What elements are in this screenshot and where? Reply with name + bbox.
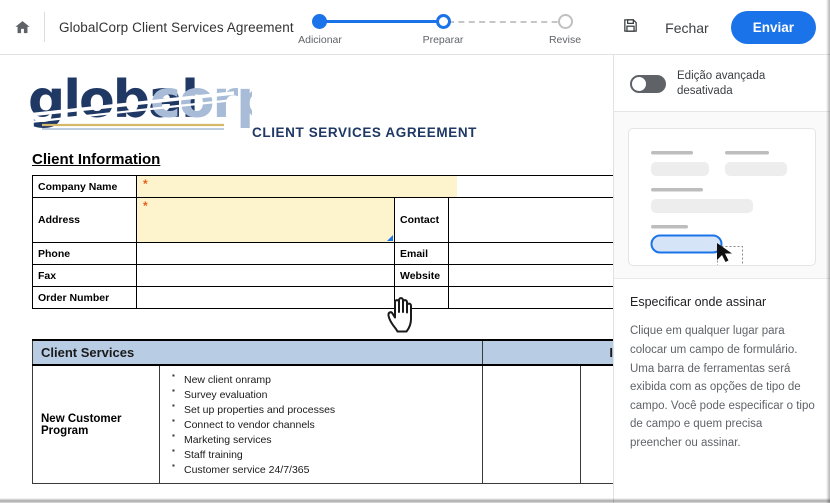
- table-row: Order Number: [32, 286, 613, 309]
- field-resize-handle[interactable]: [387, 235, 393, 241]
- close-button[interactable]: Fechar: [659, 16, 715, 40]
- table-row: Address * Contact: [32, 197, 613, 243]
- advanced-editing-toggle[interactable]: [630, 75, 666, 94]
- table-row: New Customer Program New client onramp S…: [32, 364, 613, 484]
- form-field-placement-illustration: [628, 128, 816, 267]
- row-field-phone[interactable]: [136, 242, 395, 265]
- stepper-label-revise[interactable]: Revise: [549, 34, 581, 46]
- row-label-phone: Phone: [32, 242, 137, 265]
- client-services-table: Client Services Investment New Customer …: [32, 339, 613, 484]
- row-label-fax: Fax: [32, 264, 137, 287]
- toolbar-actions: Fechar Enviar: [617, 0, 816, 55]
- section-title-client-information: Client Information: [32, 151, 161, 168]
- row-label-website: Website: [394, 264, 449, 287]
- advanced-editing-toggle-row[interactable]: Edição avançada desativada: [614, 55, 830, 113]
- row-label-order-number: Order Number: [32, 286, 137, 309]
- table-row: Phone Email: [32, 242, 613, 265]
- row-field-company-name[interactable]: *: [136, 175, 613, 198]
- service-items-list: New client onramp Survey evaluation Set …: [170, 371, 482, 477]
- send-button[interactable]: Enviar: [730, 11, 816, 44]
- toggle-knob: [632, 77, 646, 92]
- list-item: Marketing services: [170, 431, 482, 447]
- client-information-table: Company Name * Address * Contact Phone E…: [32, 175, 613, 309]
- row-label-address: Address: [32, 197, 137, 243]
- help-section: Especificar onde assinar Clique em qualq…: [614, 279, 830, 452]
- investment-cell-1[interactable]: [482, 364, 581, 484]
- list-item: Connect to vendor channels: [170, 416, 482, 432]
- row-field-blank[interactable]: [448, 286, 613, 309]
- row-field-website[interactable]: [448, 264, 613, 287]
- advanced-editing-label: Edição avançada desativada: [677, 70, 766, 98]
- help-title: Especificar onde assinar: [630, 295, 767, 310]
- home-icon: [14, 19, 31, 36]
- list-item: Set up properties and processes: [170, 401, 482, 417]
- stepper-dot-preparar[interactable]: [436, 14, 451, 29]
- stepper-line-pending: [448, 20, 568, 23]
- app-root: GlobalCorp Client Services Agreement Adi…: [0, 0, 830, 503]
- stepper-label-adicionar[interactable]: Adicionar: [298, 34, 342, 46]
- right-panel: Edição avançada desativada Especificar o…: [613, 55, 830, 503]
- stepper-line-completed: [318, 20, 444, 23]
- document-title: GlobalCorp Client Services Agreement: [59, 19, 294, 35]
- form-field-company-name[interactable]: *: [137, 176, 457, 197]
- stepper-track: [300, 10, 585, 29]
- progress-stepper: Adicionar Preparar Revise: [298, 10, 585, 52]
- logo-mark-icon: global corp: [28, 75, 252, 130]
- save-button[interactable]: [617, 15, 643, 41]
- required-marker: *: [143, 177, 148, 191]
- required-marker: *: [143, 199, 148, 213]
- header-client-services: Client Services: [32, 339, 483, 366]
- row-field-address[interactable]: *: [136, 197, 395, 243]
- row-field-email[interactable]: [448, 242, 613, 265]
- illustration-container: [614, 112, 830, 280]
- stepper-dot-revise[interactable]: [558, 14, 573, 29]
- save-floppy-icon: [622, 17, 639, 39]
- row-label-contact: Contact: [394, 197, 449, 243]
- list-item: Customer service 24/7/365: [170, 461, 482, 477]
- stepper-label-preparar[interactable]: Preparar: [423, 34, 464, 46]
- help-body: Clique em qualquer lugar para colocar um…: [630, 325, 815, 450]
- row-label-email: Email: [394, 242, 449, 265]
- home-button[interactable]: [0, 0, 44, 55]
- toolbar-divider: [44, 12, 45, 42]
- list-item: Staff training: [170, 446, 482, 462]
- service-items-cell: New client onramp Survey evaluation Set …: [159, 364, 483, 484]
- table-row: Company Name *: [32, 175, 613, 198]
- top-toolbar: GlobalCorp Client Services Agreement Adi…: [0, 0, 830, 55]
- header-investment: Investment: [481, 339, 613, 366]
- list-item: Survey evaluation: [170, 386, 482, 402]
- row-field-fax[interactable]: [136, 264, 395, 287]
- illustration-graphic-icon: [650, 151, 787, 266]
- globalcorp-logo: global corp CLIENT SERVICES AGREEMENT: [28, 75, 476, 147]
- service-program-name: New Customer Program: [32, 364, 160, 484]
- row-field-contact[interactable]: [448, 197, 613, 243]
- row-field-order-number[interactable]: [136, 286, 395, 309]
- stepper-dot-adicionar[interactable]: [312, 14, 327, 29]
- document-viewport[interactable]: global corp CLIENT SERVICES AGREEMENT Cl…: [0, 55, 613, 503]
- document-page: global corp CLIENT SERVICES AGREEMENT Cl…: [14, 55, 613, 484]
- table-row-header: Client Services Investment: [32, 339, 613, 366]
- list-item: New client onramp: [170, 371, 482, 387]
- row-label-blank: [394, 286, 449, 309]
- logo-tagline: CLIENT SERVICES AGREEMENT: [252, 125, 478, 140]
- form-field-address[interactable]: *: [137, 198, 394, 242]
- table-row: Fax Website: [32, 264, 613, 287]
- row-label-company-name: Company Name: [32, 175, 137, 198]
- investment-cell-2[interactable]: [579, 364, 613, 484]
